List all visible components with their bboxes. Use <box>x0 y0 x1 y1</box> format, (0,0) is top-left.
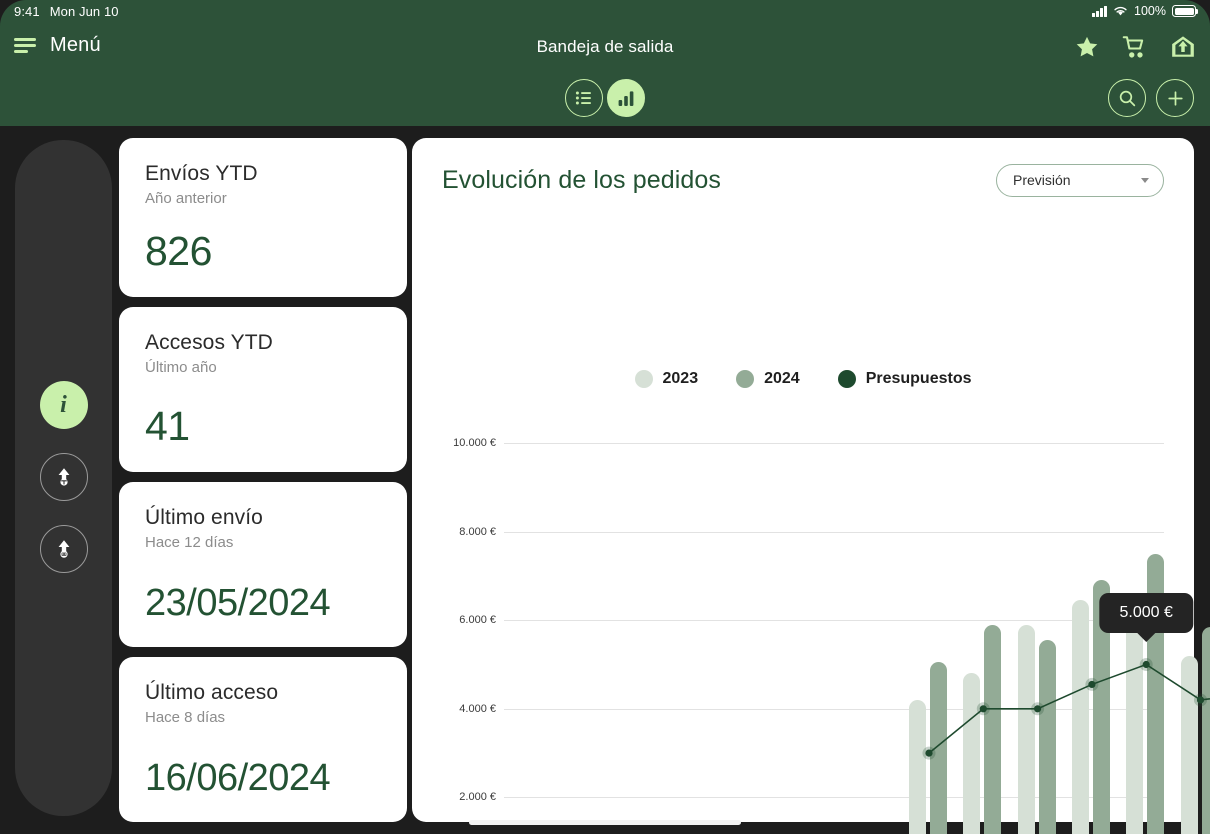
status-time: 9:41 <box>14 4 40 19</box>
upload-doc-icon <box>58 540 69 558</box>
chart-panel: Evolución de los pedidos Previsión 2023 2… <box>412 138 1210 834</box>
kpi-value: 41 <box>145 403 190 450</box>
kpi-card-ultimo-envio[interactable]: Último envío Hace 12 días 23/05/2024 <box>119 482 407 648</box>
kpi-subtitle: Año anterior <box>145 190 227 207</box>
kpi-card-accesos-ytd[interactable]: Accesos YTD Último año 41 <box>119 307 407 473</box>
kpi-title: Último acceso <box>145 681 279 705</box>
upload-box-icon-button[interactable] <box>39 453 88 501</box>
kpi-value: 23/05/2024 <box>145 582 331 625</box>
kpi-subtitle: Último año <box>145 359 217 377</box>
chart-data-point[interactable] <box>925 749 933 757</box>
cellular-signal-icon <box>1092 5 1108 17</box>
app-header: 9:41 Mon Jun 10 100% Menú Bandeja de sal… <box>0 0 1210 126</box>
upload-doc-icon-button[interactable] <box>39 525 88 573</box>
star-icon[interactable] <box>1074 34 1100 60</box>
kpi-title: Envíos YTD <box>145 162 258 185</box>
chart-line-series <box>922 658 1210 760</box>
share-upload-icon[interactable] <box>1170 34 1196 60</box>
status-bar-left: 9:41 Mon Jun 10 <box>14 4 119 19</box>
info-icon: i <box>60 392 67 418</box>
home-indicator <box>469 820 741 825</box>
status-date: Mon Jun 10 <box>49 4 119 19</box>
plus-icon-button[interactable] <box>1156 79 1194 117</box>
chart-tooltip: 5.000 € <box>1099 592 1193 633</box>
chart-line-path <box>928 663 1210 754</box>
tablet-screen: 9:41 Mon Jun 10 100% Menú Bandeja de sal… <box>0 0 1210 834</box>
chart-data-point[interactable] <box>1196 696 1205 704</box>
app-title-row: Menú Bandeja de salida <box>0 28 1210 72</box>
kpi-card-column: Envíos YTD Año anterior 826 Accesos YTD … <box>119 138 407 823</box>
search-icon-button[interactable] <box>1108 79 1146 117</box>
info-icon-button[interactable]: i <box>39 381 88 429</box>
cart-icon[interactable] <box>1122 34 1148 60</box>
page-title: Bandeja de salida <box>536 37 674 56</box>
chart-bar[interactable] <box>1201 626 1210 834</box>
chart-data-point[interactable] <box>1142 660 1150 669</box>
status-bar-right: 100% <box>1092 4 1199 18</box>
upload-box-icon <box>58 468 69 486</box>
status-bar: 9:41 Mon Jun 10 100% <box>0 0 1210 24</box>
header-actions <box>1074 34 1196 60</box>
left-rail: i <box>15 140 112 816</box>
battery-percentage: 100% <box>1134 4 1166 18</box>
battery-icon <box>1172 5 1199 17</box>
bar-chart-icon-button[interactable] <box>607 79 645 117</box>
wifi-icon <box>1114 6 1127 16</box>
rail-icon-list: i <box>39 381 88 573</box>
kpi-card-envios-ytd[interactable]: Envíos YTD Año anterior 826 <box>119 138 407 298</box>
chart-plot-area: 02.000 €4.000 €6.000 €8.000 €10.000 €Ene… <box>412 138 1210 834</box>
kpi-title: Accesos YTD <box>145 331 273 355</box>
kpi-subtitle: Hace 12 días <box>145 534 234 552</box>
app-body: i Envíos YTD Año anterior 826 Accesos YT… <box>0 126 1210 834</box>
chart-data-point[interactable] <box>1088 680 1096 689</box>
chart-data-point[interactable] <box>979 705 987 713</box>
kpi-subtitle: Hace 8 días <box>145 709 226 727</box>
kpi-title: Último envío <box>145 506 263 530</box>
view-toggle-group <box>565 79 645 117</box>
chart-data-point[interactable] <box>1034 705 1042 713</box>
kpi-value: 16/06/2024 <box>145 757 331 800</box>
kpi-value: 826 <box>145 228 212 275</box>
corner-actions <box>1108 79 1194 117</box>
list-icon-button[interactable] <box>565 79 603 117</box>
kpi-card-ultimo-acceso[interactable]: Último acceso Hace 8 días 16/06/2024 <box>119 657 407 823</box>
